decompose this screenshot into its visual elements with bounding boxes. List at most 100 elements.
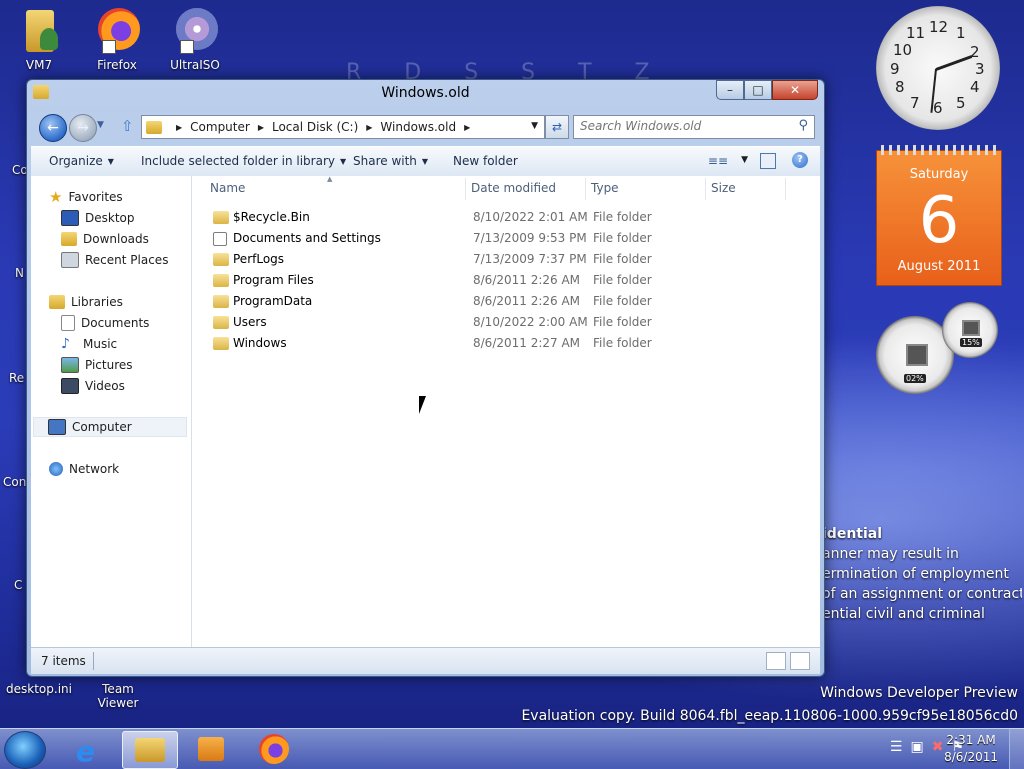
file-row[interactable]: Users 8/10/2022 2:00 AM File folder — [207, 313, 767, 333]
calendar-gadget[interactable]: Saturday 6 August 2011 — [876, 145, 1002, 286]
desktop-icon-teamviewer[interactable]: Team Viewer — [80, 682, 156, 710]
file-name: PerfLogs — [233, 252, 285, 266]
minimize-button[interactable]: – — [716, 80, 744, 100]
folder-user-icon — [16, 8, 62, 54]
column-divider[interactable] — [585, 178, 586, 200]
desktop-icon-partial[interactable]: Con — [3, 475, 26, 489]
desktop-icon-vm7[interactable]: VM7 — [4, 8, 74, 72]
shortcut-arrow-icon — [102, 40, 116, 54]
desktop-icon-partial[interactable]: C — [14, 578, 22, 592]
back-button[interactable]: ← — [39, 114, 67, 142]
desktop-icon-label: VM7 — [25, 58, 53, 72]
taskbar-explorer[interactable] — [122, 731, 178, 769]
memory-meter-gadget[interactable]: 15% — [942, 302, 998, 358]
search-box[interactable]: ⚲ — [573, 115, 815, 139]
file-name: Documents and Settings — [233, 231, 381, 245]
nav-recent-places[interactable]: Recent Places — [61, 250, 168, 270]
column-divider[interactable] — [785, 178, 786, 200]
libraries-icon — [49, 295, 65, 309]
view-dropdown-icon[interactable]: ▼ — [741, 155, 748, 165]
column-divider[interactable] — [465, 178, 466, 200]
nav-libraries[interactable]: Libraries — [49, 292, 123, 312]
column-divider[interactable] — [705, 178, 706, 200]
new-folder-button[interactable]: New folder — [453, 154, 518, 168]
column-header-date[interactable]: Date modified — [471, 181, 556, 195]
address-dropdown-icon[interactable]: ▼ — [531, 121, 538, 131]
breadcrumb-computer[interactable]: Computer — [190, 120, 250, 134]
file-row[interactable]: ProgramData 8/6/2011 2:26 AM File folder — [207, 292, 767, 312]
volume-muted-icon[interactable]: ✖ — [932, 739, 944, 755]
clock-number: 8 — [895, 78, 905, 96]
nav-label: Network — [69, 462, 120, 476]
music-icon: ♪ — [61, 336, 70, 352]
file-row[interactable]: Windows 8/6/2011 2:27 AM File folder — [207, 334, 767, 354]
taskbar-clock[interactable]: 2:31 AM 8/6/2011 — [944, 732, 998, 766]
calendar-month: August 2011 — [897, 259, 981, 274]
firefox-icon — [94, 8, 140, 54]
show-desktop-button[interactable] — [1009, 729, 1024, 769]
clock-gadget[interactable]: 12 1 2 3 4 5 6 7 8 9 10 11 — [876, 6, 1000, 130]
change-view-icon[interactable]: ≡≡ — [708, 154, 728, 168]
desktop-icon-desktop-ini[interactable]: desktop.ini — [4, 682, 74, 696]
caption-buttons: – □ ✕ — [716, 80, 818, 100]
column-header-size[interactable]: Size — [711, 181, 736, 195]
maximize-button[interactable]: □ — [744, 80, 772, 100]
search-input[interactable] — [574, 116, 796, 136]
organize-label: Organize — [49, 154, 103, 168]
refresh-button[interactable]: ⇄ — [545, 115, 569, 139]
nav-desktop[interactable]: Desktop — [61, 208, 135, 228]
forward-button[interactable]: → — [69, 114, 97, 142]
organize-button[interactable]: Organize ▼ — [49, 154, 114, 168]
title-bar[interactable]: Windows.old – □ ✕ — [27, 80, 824, 106]
nav-music[interactable]: ♪ Music — [61, 334, 117, 354]
chevron-right-icon[interactable]: ▶ — [176, 123, 182, 132]
network-tray-icon[interactable]: ▣ — [910, 739, 923, 755]
star-icon: ★ — [49, 188, 63, 206]
share-label: Share with — [353, 154, 417, 168]
desktop-icon-partial[interactable]: Re — [9, 371, 24, 385]
tray-menu-icon[interactable]: ☰ — [890, 739, 903, 755]
column-header-name[interactable]: Name — [210, 181, 245, 195]
chevron-right-icon[interactable]: ▶ — [258, 123, 264, 132]
taskbar-media-player[interactable] — [184, 731, 238, 767]
status-bar: 7 items — [31, 647, 820, 674]
breadcrumb-windows-old[interactable]: Windows.old — [380, 120, 456, 134]
desktop-icon-label: UltraISO — [170, 58, 220, 72]
nav-pictures[interactable]: Pictures — [61, 355, 133, 375]
search-icon[interactable]: ⚲ — [798, 118, 808, 133]
file-row[interactable]: PerfLogs 7/13/2009 7:37 PM File folder — [207, 250, 767, 270]
nav-network[interactable]: Network — [49, 459, 119, 479]
help-icon[interactable]: ? — [792, 152, 808, 168]
nav-computer[interactable]: Computer — [33, 417, 187, 437]
column-header-type[interactable]: Type — [591, 181, 619, 195]
desktop-icon-firefox[interactable]: Firefox — [82, 8, 152, 72]
start-button[interactable] — [4, 731, 46, 769]
nav-videos[interactable]: Videos — [61, 376, 125, 396]
history-dropdown-icon[interactable]: ▼ — [97, 120, 104, 130]
close-button[interactable]: ✕ — [772, 80, 818, 100]
taskbar-firefox[interactable] — [246, 731, 300, 767]
include-in-library-button[interactable]: Include selected folder in library ▼ — [141, 154, 346, 168]
desktop-icon-partial[interactable]: N — [15, 266, 24, 280]
clock-number: 2 — [970, 43, 980, 61]
file-row[interactable]: Documents and Settings 7/13/2009 9:53 PM… — [207, 229, 767, 249]
large-icons-view-icon[interactable] — [790, 652, 810, 670]
desktop-icon-ultraiso[interactable]: UltraISO — [160, 8, 230, 72]
nav-documents[interactable]: Documents — [61, 313, 149, 333]
nav-favorites[interactable]: ★ Favorites — [49, 187, 123, 207]
clock-number: 4 — [970, 78, 980, 96]
up-arrow-icon[interactable]: ⇧ — [121, 117, 134, 135]
details-view-icon[interactable] — [766, 652, 786, 670]
chevron-right-icon[interactable]: ▶ — [464, 123, 470, 132]
breadcrumb-local-disk[interactable]: Local Disk (C:) — [272, 120, 358, 134]
taskbar-internet-explorer[interactable]: e — [62, 731, 116, 768]
chevron-right-icon[interactable]: ▶ — [366, 123, 372, 132]
file-row[interactable]: $Recycle.Bin 8/10/2022 2:01 AM File fold… — [207, 208, 767, 228]
address-bar[interactable]: ▶ Computer ▶ Local Disk (C:) ▶ Windows.o… — [141, 115, 545, 139]
computer-icon — [48, 419, 66, 435]
share-with-button[interactable]: Share with ▼ — [353, 154, 428, 168]
preview-pane-icon[interactable] — [760, 153, 776, 169]
file-row[interactable]: Program Files 8/6/2011 2:26 AM File fold… — [207, 271, 767, 291]
explorer-window[interactable]: Windows.old – □ ✕ ← → ▼ ⇧ ▶ Computer ▶ L… — [26, 79, 825, 677]
nav-downloads[interactable]: Downloads — [61, 229, 149, 249]
